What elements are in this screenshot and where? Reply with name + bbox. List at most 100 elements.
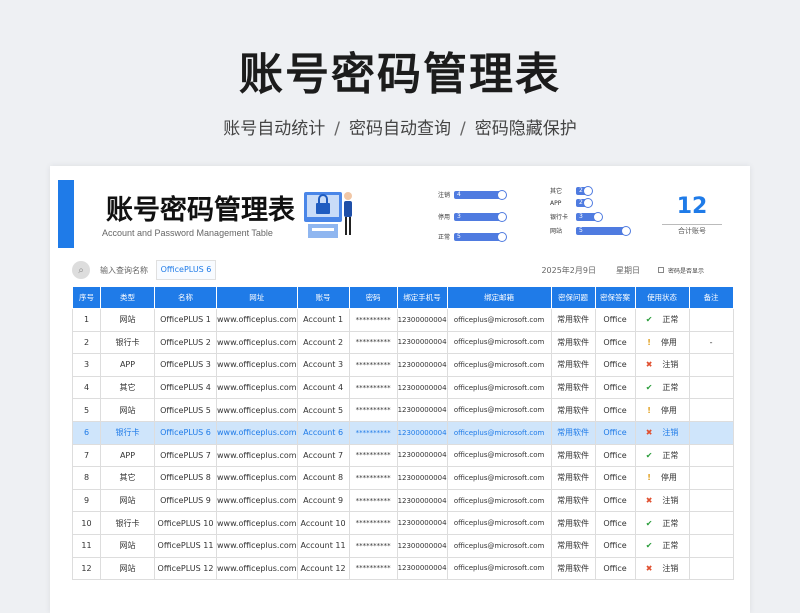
cell-type[interactable]: 银行卡 <box>100 330 155 355</box>
cell-no[interactable]: 1 <box>72 308 101 332</box>
cell-a[interactable]: Office <box>594 533 636 558</box>
cell-no[interactable]: 4 <box>72 375 101 400</box>
cell-phone[interactable]: 12300000004 <box>396 398 448 422</box>
cell-status[interactable]: ✖ 注销 <box>634 488 690 513</box>
cell-url[interactable]: www.officeplus.com <box>216 353 298 377</box>
cell-q[interactable]: 常用软件 <box>550 353 596 377</box>
cell-phone[interactable]: 12300000004 <box>396 511 448 535</box>
cell-name[interactable]: OfficePLUS 8 <box>154 466 217 490</box>
cell-email[interactable]: officeplus@microsoft.com <box>446 556 552 581</box>
cell-note[interactable] <box>688 488 734 513</box>
cell-a[interactable]: Office <box>594 375 636 400</box>
cell-name[interactable]: OfficePLUS 10 <box>154 511 217 535</box>
cell-q[interactable]: 常用软件 <box>550 556 596 581</box>
cell-no[interactable]: 5 <box>72 398 101 422</box>
cell-pwd[interactable]: ********** <box>348 398 398 422</box>
cell-phone[interactable]: 12300000004 <box>396 330 448 355</box>
table-row[interactable]: 9 网站 OfficePLUS 9 www.officeplus.com Account… <box>72 488 734 513</box>
cell-url[interactable]: www.officeplus.com <box>216 330 298 355</box>
cell-phone[interactable]: 12300000004 <box>396 375 448 400</box>
cell-email[interactable]: officeplus@microsoft.com <box>446 443 552 468</box>
cell-no[interactable]: 8 <box>72 466 101 490</box>
cell-name[interactable]: OfficePLUS 4 <box>154 375 217 400</box>
cell-status[interactable]: ✖ 注销 <box>634 556 690 581</box>
column-header[interactable]: 密码 <box>348 286 398 309</box>
column-header[interactable]: 绑定邮箱 <box>446 286 552 309</box>
cell-no[interactable]: 10 <box>72 511 101 535</box>
cell-note[interactable] <box>688 511 734 535</box>
cell-a[interactable]: Office <box>594 353 636 377</box>
cell-account[interactable]: Account 12 <box>296 556 350 581</box>
cell-email[interactable]: officeplus@microsoft.com <box>446 330 552 355</box>
cell-note[interactable] <box>688 375 734 400</box>
cell-email[interactable]: officeplus@microsoft.com <box>446 375 552 400</box>
cell-account[interactable]: Account 2 <box>296 330 350 355</box>
cell-url[interactable]: www.officeplus.com <box>216 488 298 513</box>
cell-account[interactable]: Account 9 <box>296 488 350 513</box>
cell-pwd[interactable]: ********** <box>348 556 398 581</box>
table-row[interactable]: 3 APP OfficePLUS 3 www.officeplus.com Accoun… <box>72 353 734 377</box>
cell-type[interactable]: 网站 <box>100 308 155 332</box>
cell-type[interactable]: 其它 <box>100 466 155 490</box>
column-header[interactable]: 名称 <box>154 286 217 309</box>
cell-url[interactable]: www.officeplus.com <box>216 443 298 468</box>
cell-name[interactable]: OfficePLUS 2 <box>154 330 217 355</box>
password-visibility-toggle[interactable]: 密码是否显示 <box>657 266 704 275</box>
cell-url[interactable]: www.officeplus.com <box>216 375 298 400</box>
cell-type[interactable]: 其它 <box>100 375 155 400</box>
cell-status[interactable]: ✔ 正常 <box>634 443 690 468</box>
cell-account[interactable]: Account 5 <box>296 398 350 422</box>
cell-account[interactable]: Account 11 <box>296 533 350 558</box>
cell-no[interactable]: 3 <box>72 353 101 377</box>
cell-note[interactable] <box>688 556 734 581</box>
cell-no[interactable]: 2 <box>72 330 101 355</box>
cell-q[interactable]: 常用软件 <box>550 398 596 422</box>
column-header[interactable]: 使用状态 <box>634 286 690 309</box>
cell-no[interactable]: 11 <box>72 533 101 558</box>
cell-url[interactable]: www.officeplus.com <box>216 511 298 535</box>
cell-pwd[interactable]: ********** <box>348 330 398 355</box>
column-header[interactable]: 网址 <box>216 286 298 309</box>
cell-status[interactable]: ✔ 正常 <box>634 511 690 535</box>
cell-q[interactable]: 常用软件 <box>550 420 596 445</box>
cell-pwd[interactable]: ********** <box>348 443 398 468</box>
cell-status[interactable]: ! 停用 <box>634 330 690 355</box>
table-row[interactable]: 1 网站 OfficePLUS 1 www.officeplus.com Account… <box>72 308 734 332</box>
cell-a[interactable]: Office <box>594 308 636 332</box>
cell-pwd[interactable]: ********** <box>348 488 398 513</box>
cell-a[interactable]: Office <box>594 466 636 490</box>
cell-email[interactable]: officeplus@microsoft.com <box>446 398 552 422</box>
cell-account[interactable]: Account 7 <box>296 443 350 468</box>
cell-url[interactable]: www.officeplus.com <box>216 308 298 332</box>
cell-note[interactable] <box>688 420 734 445</box>
cell-note[interactable] <box>688 443 734 468</box>
cell-status[interactable]: ✖ 注销 <box>634 353 690 377</box>
cell-pwd[interactable]: ********** <box>348 375 398 400</box>
cell-note[interactable]: - <box>688 330 734 355</box>
cell-status[interactable]: ✔ 正常 <box>634 533 690 558</box>
cell-note[interactable] <box>688 398 734 422</box>
cell-name[interactable]: OfficePLUS 5 <box>154 398 217 422</box>
cell-q[interactable]: 常用软件 <box>550 533 596 558</box>
cell-phone[interactable]: 12300000004 <box>396 420 448 445</box>
column-header[interactable]: 密保问题 <box>550 286 596 309</box>
cell-no[interactable]: 9 <box>72 488 101 513</box>
cell-note[interactable] <box>688 308 734 332</box>
table-row[interactable]: 6 银行卡 OfficePLUS 6 www.officeplus.com Accoun… <box>72 420 734 445</box>
cell-a[interactable]: Office <box>594 420 636 445</box>
cell-name[interactable]: OfficePLUS 3 <box>154 353 217 377</box>
cell-url[interactable]: www.officeplus.com <box>216 556 298 581</box>
cell-pwd[interactable]: ********** <box>348 466 398 490</box>
cell-type[interactable]: 银行卡 <box>100 511 155 535</box>
cell-status[interactable]: ✖ 注销 <box>634 420 690 445</box>
cell-a[interactable]: Office <box>594 556 636 581</box>
cell-name[interactable]: OfficePLUS 11 <box>154 533 217 558</box>
cell-status[interactable]: ! 停用 <box>634 466 690 490</box>
cell-status[interactable]: ✔ 正常 <box>634 308 690 332</box>
cell-phone[interactable]: 12300000004 <box>396 488 448 513</box>
cell-pwd[interactable]: ********** <box>348 353 398 377</box>
cell-q[interactable]: 常用软件 <box>550 443 596 468</box>
cell-account[interactable]: Account 10 <box>296 511 350 535</box>
column-header[interactable]: 密保答案 <box>594 286 636 309</box>
cell-q[interactable]: 常用软件 <box>550 330 596 355</box>
